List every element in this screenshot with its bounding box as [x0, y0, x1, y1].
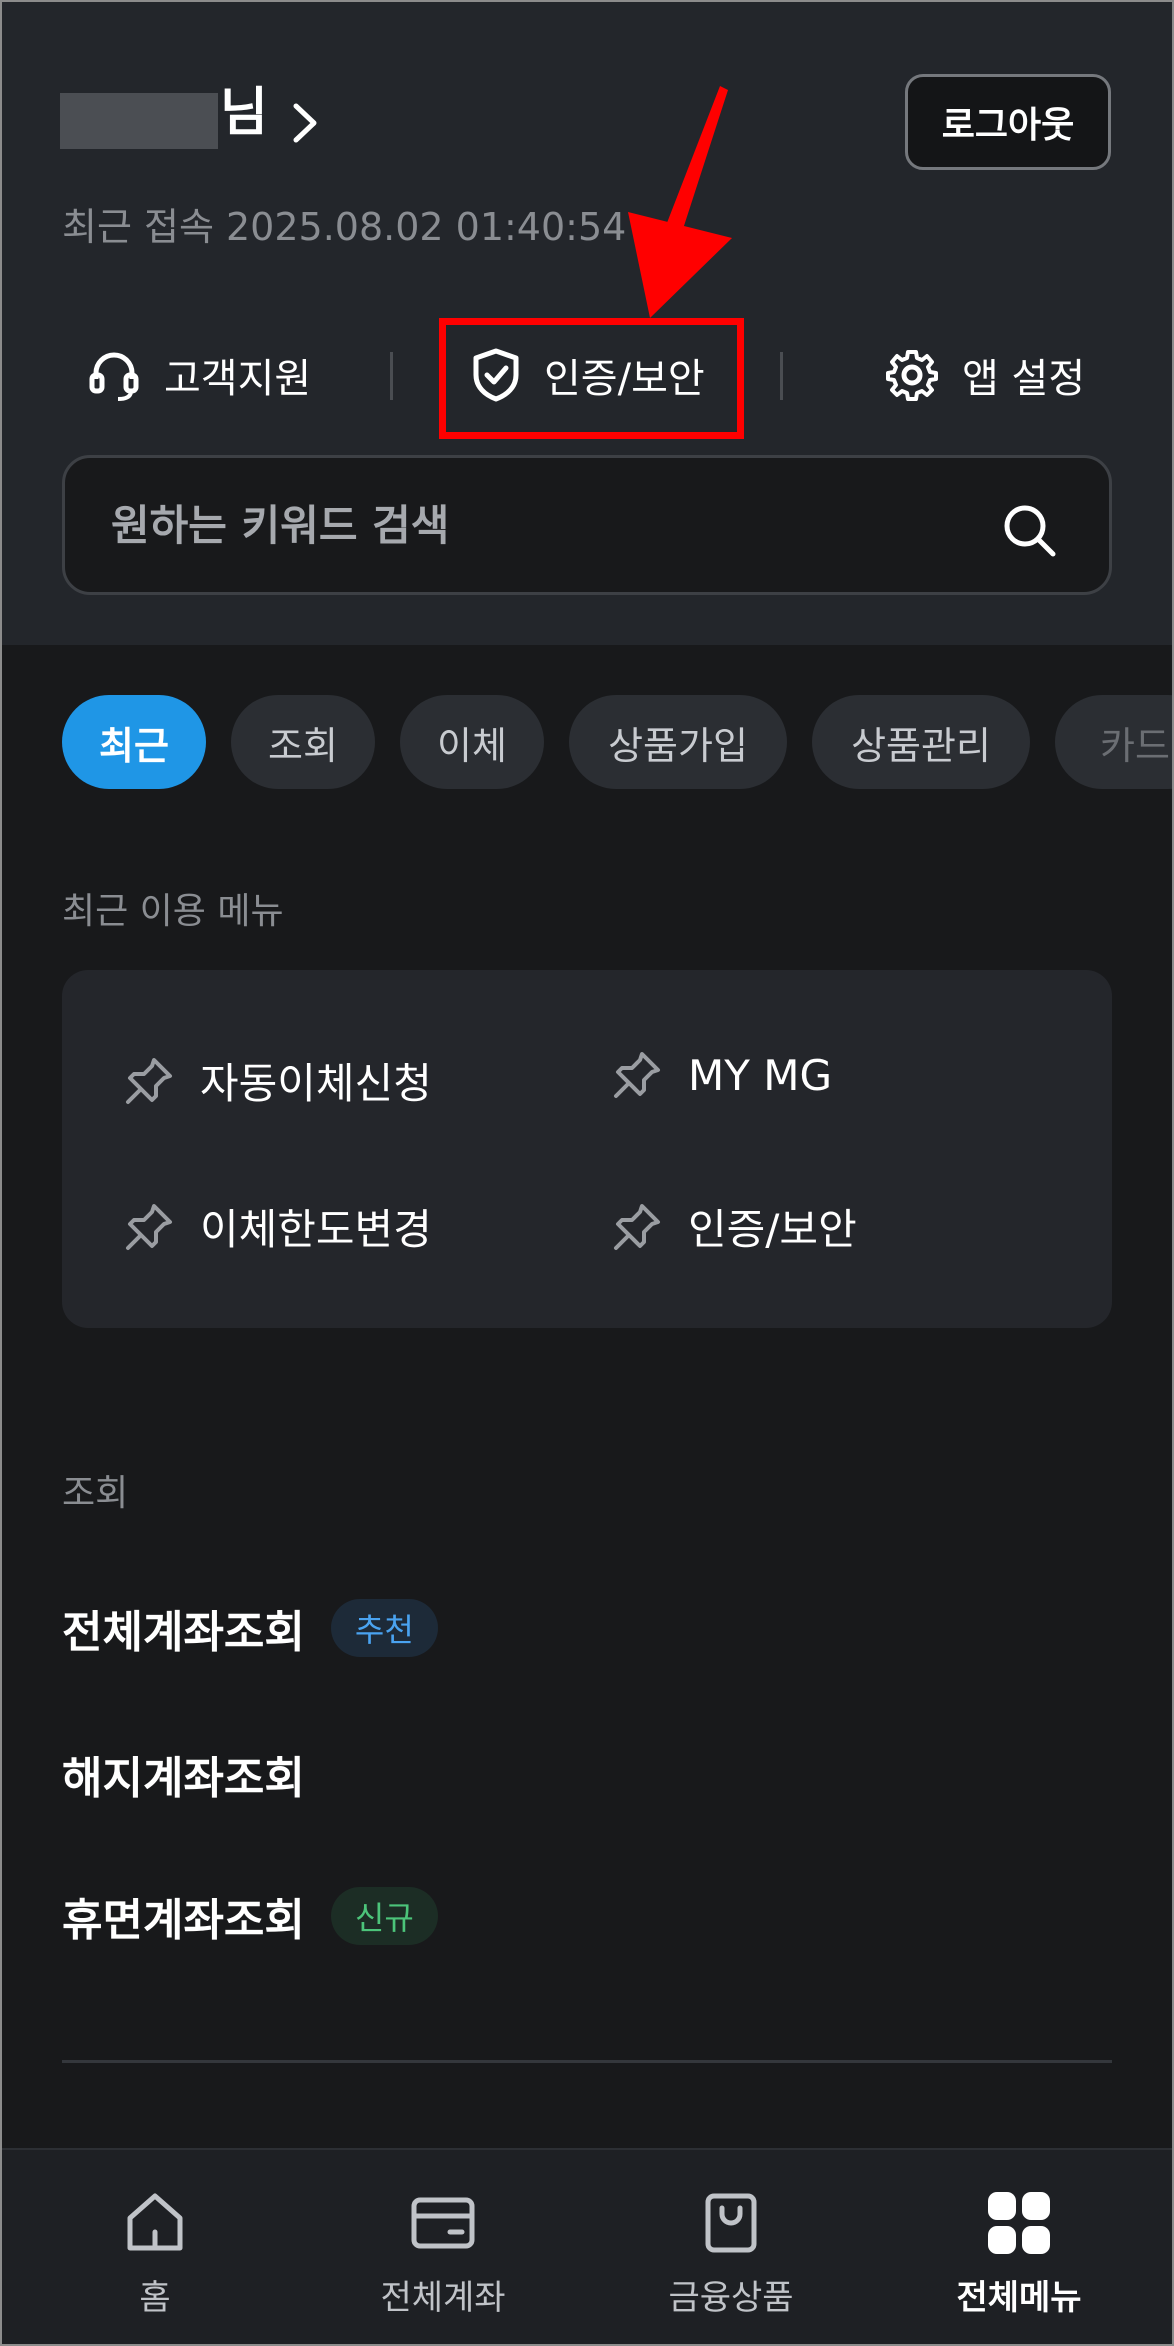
nav-all-accounts[interactable]: 전체계좌	[298, 2150, 588, 2346]
logout-button[interactable]: 로그아웃	[905, 74, 1111, 170]
headset-icon	[89, 352, 139, 401]
user-name-redacted	[60, 93, 218, 149]
nav-all-accounts-label: 전체계좌	[380, 2278, 506, 2318]
recent-item-label: MY MG	[688, 1050, 833, 1100]
pin-icon	[126, 1057, 172, 1104]
pin-icon	[614, 1052, 660, 1098]
divider	[780, 352, 783, 400]
nav-full-menu-label: 전체메뉴	[956, 2278, 1082, 2318]
tab-recent[interactable]: 최근	[62, 695, 206, 789]
gear-icon	[886, 350, 938, 401]
app-settings-label: 앱 설정	[962, 356, 1086, 402]
pin-icon	[126, 1203, 172, 1250]
app-settings-link[interactable]: 앱 설정	[884, 320, 1085, 430]
list-item-all-accounts[interactable]: 전체계좌조회 추천	[62, 1596, 438, 1660]
recent-menu-title: 최근 이용 메뉴	[62, 891, 284, 932]
nav-financial-products-label: 금융상품	[668, 2278, 794, 2318]
shopping-bag-icon	[705, 2193, 757, 2253]
recent-item-label: 인증/보안	[688, 1205, 857, 1254]
recent-item[interactable]: 이체한도변경	[124, 1196, 432, 1257]
inquiry-section-title: 조회	[62, 1473, 129, 1514]
list-item-label: 휴면계좌조회	[62, 1895, 305, 1946]
auth-security-label: 인증/보안	[544, 356, 705, 402]
user-name-suffix[interactable]: 님	[220, 82, 268, 144]
recent-item-label: 이체한도변경	[200, 1205, 432, 1254]
pin-icon	[614, 1203, 660, 1250]
divider	[62, 2060, 1112, 2063]
list-item-closed-accounts[interactable]: 해지계좌조회	[62, 1742, 305, 1806]
auth-security-link[interactable]: 인증/보안	[470, 320, 705, 430]
chevron-right-icon[interactable]	[290, 100, 320, 146]
customer-support-label: 고객지원	[164, 356, 312, 402]
tab-transfer[interactable]: 이체	[400, 695, 544, 789]
tab-product-signup[interactable]: 상품가입	[569, 695, 787, 789]
tab-card[interactable]: 카드	[1055, 695, 1174, 789]
recommended-badge: 추천	[330, 1599, 438, 1657]
bottom-nav: 홈 전체계좌 금융상품 전체메뉴	[0, 2148, 1174, 2346]
recent-item[interactable]: 자동이체신청	[124, 1050, 432, 1111]
list-item-dormant-accounts[interactable]: 휴면계좌조회 신규	[62, 1884, 438, 1948]
header: 님 최근 접속 2025.08.02 01:40:54 로그아웃 고객지원 인증…	[0, 0, 1174, 645]
list-item-label: 전체계좌조회	[62, 1607, 305, 1658]
customer-support-link[interactable]: 고객지원	[86, 320, 311, 430]
new-badge: 신규	[330, 1887, 438, 1945]
nav-home-label: 홈	[139, 2278, 171, 2318]
nav-full-menu[interactable]: 전체메뉴	[874, 2150, 1164, 2346]
tab-product-manage[interactable]: 상품관리	[812, 695, 1030, 789]
divider	[390, 352, 393, 400]
recent-item[interactable]: 인증/보안	[612, 1196, 857, 1257]
nav-financial-products[interactable]: 금융상품	[586, 2150, 876, 2346]
search-input[interactable]	[111, 458, 971, 592]
category-tabs: 최근 조회 이체 상품가입 상품관리 카드	[62, 695, 1174, 789]
list-item-label: 해지계좌조회	[62, 1753, 305, 1804]
search-icon[interactable]	[1001, 502, 1057, 558]
shield-check-icon	[473, 348, 519, 402]
recent-item[interactable]: MY MG	[612, 1050, 832, 1100]
last-access-time: 최근 접속 2025.08.02 01:40:54	[62, 205, 627, 249]
recent-menu-card: 자동이체신청 MY MG 이체한도변경 인증/보안	[62, 970, 1112, 1328]
home-icon	[127, 2193, 183, 2251]
wallet-icon	[411, 2197, 475, 2249]
recent-item-label: 자동이체신청	[200, 1059, 432, 1108]
grid-icon	[988, 2192, 1050, 2254]
nav-home[interactable]: 홈	[10, 2150, 300, 2346]
search-box[interactable]	[62, 455, 1112, 595]
tab-inquiry[interactable]: 조회	[231, 695, 375, 789]
